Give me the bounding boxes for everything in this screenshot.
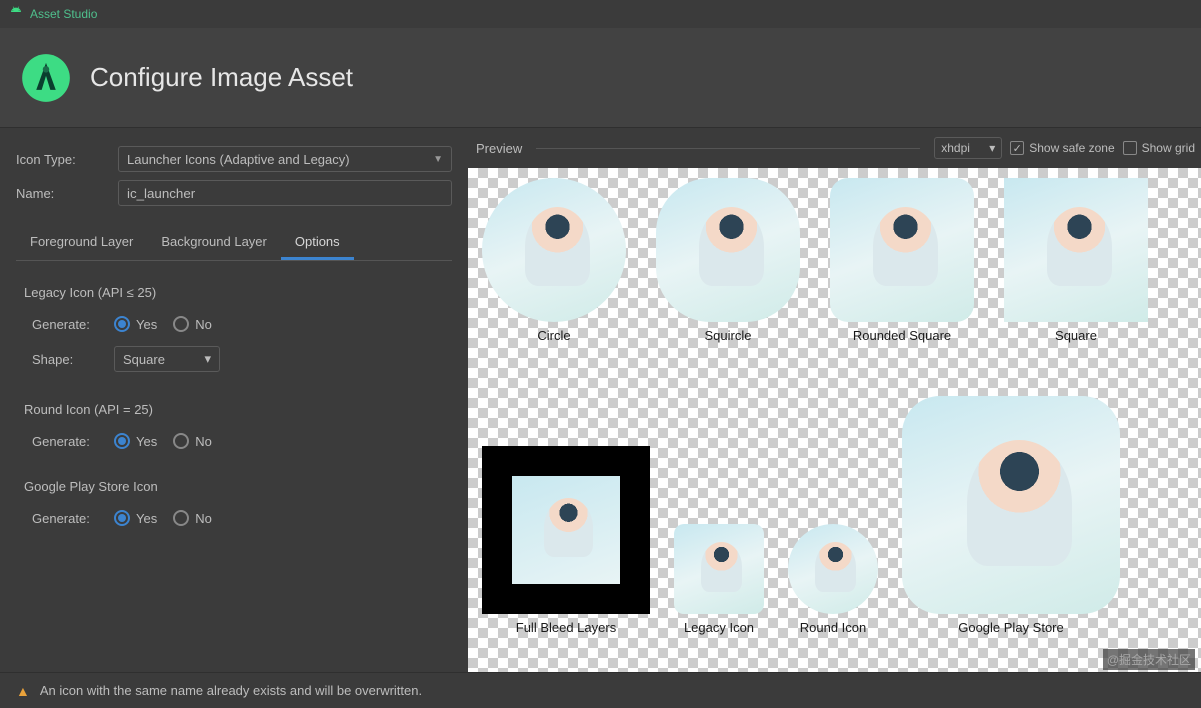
- icon-type-select[interactable]: Launcher Icons (Adaptive and Legacy) ▼: [118, 146, 452, 172]
- gplay-section-title: Google Play Store Icon: [24, 479, 452, 494]
- round-generate-label: Generate:: [32, 434, 108, 449]
- chevron-down-icon: ▾: [989, 141, 995, 155]
- chevron-down-icon: ▼: [433, 154, 443, 165]
- tab-foreground[interactable]: Foreground Layer: [16, 226, 147, 260]
- round-generate-no[interactable]: No: [173, 433, 212, 449]
- preview-round: Round Icon: [788, 524, 878, 635]
- tab-options[interactable]: Options: [281, 226, 354, 260]
- legacy-generate-label: Generate:: [32, 317, 108, 332]
- check-icon: [1010, 141, 1024, 155]
- chevron-down-icon: ▾: [204, 351, 211, 367]
- footer-warning: An icon with the same name already exist…: [40, 683, 422, 698]
- preview-panel: Preview xhdpi ▾ Show safe zone Show grid…: [468, 128, 1201, 672]
- shape-select[interactable]: Square ▾: [114, 346, 220, 372]
- preview-squircle: Squircle: [656, 178, 800, 343]
- preview-full-bleed: Full Bleed Layers: [482, 446, 650, 635]
- android-icon: [8, 6, 24, 22]
- preview-label: Preview: [476, 141, 522, 156]
- preview-legacy: Legacy Icon: [674, 524, 764, 635]
- density-select[interactable]: xhdpi ▾: [934, 137, 1002, 159]
- page-header: Configure Image Asset: [0, 28, 1201, 128]
- title-bar: Asset Studio: [0, 0, 1201, 28]
- window-title: Asset Studio: [30, 7, 97, 21]
- preview-canvas[interactable]: Circle Squircle Rounded Square Square Fu…: [468, 168, 1201, 672]
- warning-icon: ▲: [16, 683, 30, 699]
- round-section-title: Round Icon (API = 25): [24, 402, 452, 417]
- footer-bar: ▲ An icon with the same name already exi…: [0, 672, 1201, 708]
- legacy-generate-no[interactable]: No: [173, 316, 212, 332]
- shape-label: Shape:: [32, 352, 108, 367]
- preview-circle: Circle: [482, 178, 626, 343]
- gplay-generate-label: Generate:: [32, 511, 108, 526]
- gplay-generate-no[interactable]: No: [173, 510, 212, 526]
- preview-rounded-square: Rounded Square: [830, 178, 974, 343]
- layer-tabs: Foreground Layer Background Layer Option…: [16, 226, 452, 261]
- legacy-generate-yes[interactable]: Yes: [114, 316, 157, 332]
- icon-type-label: Icon Type:: [16, 152, 108, 167]
- preview-square: Square: [1004, 178, 1148, 343]
- tab-background[interactable]: Background Layer: [147, 226, 281, 260]
- name-input[interactable]: [118, 180, 452, 206]
- round-generate-yes[interactable]: Yes: [114, 433, 157, 449]
- page-title: Configure Image Asset: [90, 62, 353, 93]
- asset-studio-icon: [20, 52, 72, 104]
- legacy-section-title: Legacy Icon (API ≤ 25): [24, 285, 452, 300]
- config-panel: Icon Type: Launcher Icons (Adaptive and …: [0, 128, 468, 672]
- show-grid-checkbox[interactable]: Show grid: [1123, 141, 1195, 155]
- show-safe-zone-checkbox[interactable]: Show safe zone: [1010, 141, 1114, 155]
- name-label: Name:: [16, 186, 108, 201]
- gplay-generate-yes[interactable]: Yes: [114, 510, 157, 526]
- preview-google-play: Google Play Store: [902, 396, 1120, 635]
